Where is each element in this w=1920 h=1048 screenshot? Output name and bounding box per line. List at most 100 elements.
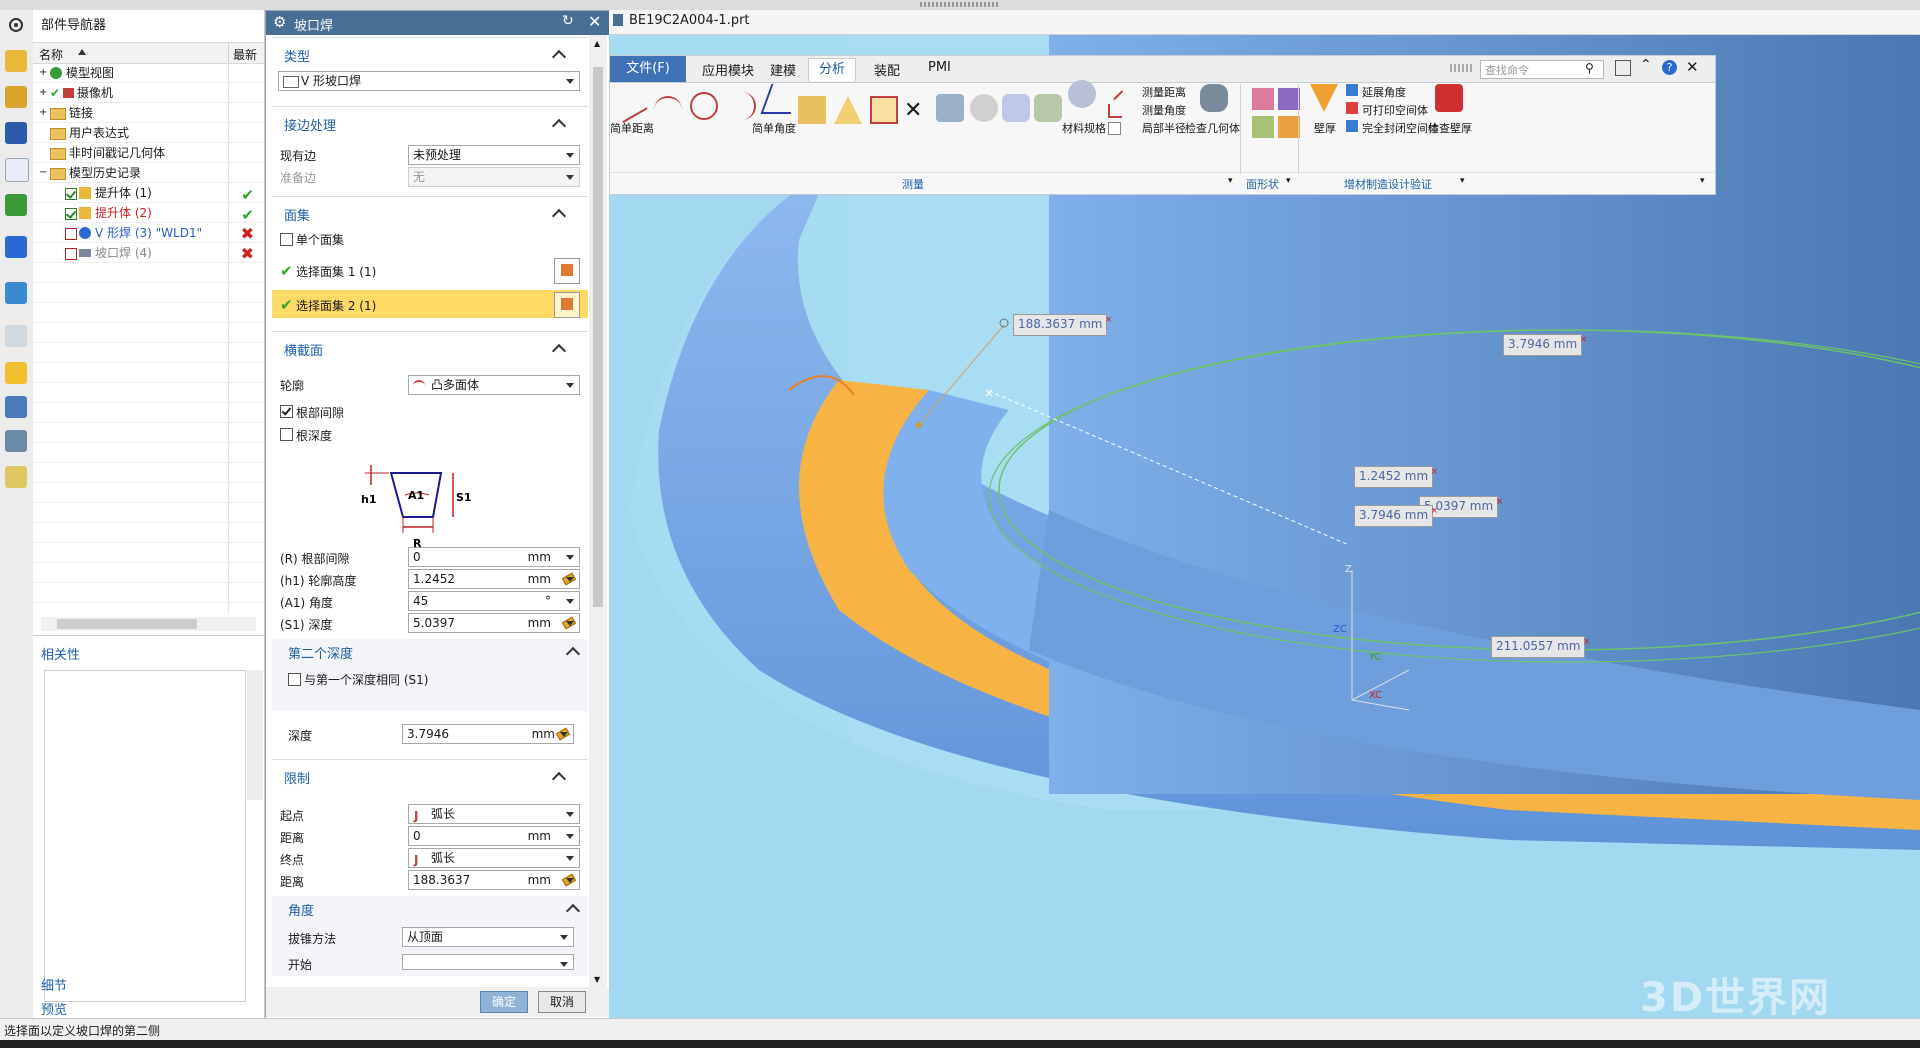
expand-icon[interactable]: + bbox=[39, 83, 47, 103]
graphics-window[interactable]: × Z ZC YC XC BE19C2A004-1.prt 188.3637 m… bbox=[609, 10, 1920, 1018]
volume-icon[interactable] bbox=[870, 96, 898, 124]
type-dropdown[interactable]: V 形坡口焊 bbox=[278, 71, 580, 91]
overhang-icon[interactable] bbox=[1346, 84, 1358, 96]
collapse-icon[interactable] bbox=[565, 646, 581, 662]
reset-icon[interactable]: ↻ bbox=[562, 13, 574, 29]
local-radius-label[interactable]: 局部半径 bbox=[1142, 120, 1186, 136]
section-header[interactable]: 面集 bbox=[284, 205, 310, 224]
tab-modeling[interactable]: 建模 bbox=[770, 60, 796, 79]
window-icon[interactable] bbox=[1615, 60, 1631, 76]
scroll-thumb[interactable] bbox=[57, 619, 197, 629]
tree-item-links[interactable]: + 链接 bbox=[33, 103, 264, 123]
dependencies-panel-title[interactable]: 相关性 bbox=[41, 644, 80, 663]
section-header[interactable]: 角度 bbox=[288, 900, 314, 919]
group-measure[interactable]: 测量 bbox=[902, 176, 924, 192]
command-search-input[interactable]: 查找命令 ⚲ bbox=[1480, 60, 1604, 79]
deviation-icon[interactable]: ✕ bbox=[904, 98, 932, 126]
measure-angle-icon[interactable] bbox=[1108, 104, 1122, 118]
tree-item-user-expressions[interactable]: 用户表达式 bbox=[33, 123, 264, 143]
simple-distance-icon[interactable] bbox=[609, 83, 648, 123]
scroll-up-icon[interactable]: ▲ bbox=[594, 39, 600, 48]
collapse-icon[interactable]: − bbox=[39, 163, 47, 183]
slope-icon[interactable] bbox=[1278, 116, 1300, 138]
feature-checkbox[interactable] bbox=[65, 248, 77, 260]
drag-grip[interactable] bbox=[1450, 64, 1474, 72]
ok-button[interactable]: 确定 bbox=[480, 991, 528, 1013]
material-label[interactable]: 材料规格 bbox=[1062, 120, 1106, 136]
group-shape[interactable]: 面形状 bbox=[1246, 176, 1279, 192]
resize-grip[interactable] bbox=[920, 2, 1000, 7]
select-faces-button[interactable] bbox=[554, 292, 580, 318]
scroll-thumb[interactable] bbox=[593, 67, 603, 607]
root-gap-checkbox[interactable] bbox=[280, 405, 293, 418]
root-depth-checkbox[interactable] bbox=[280, 428, 293, 441]
simple-angle-icon[interactable] bbox=[760, 84, 802, 114]
measure-distance-label[interactable]: 测量距离 bbox=[1142, 84, 1186, 100]
select-faceset-1-row[interactable]: ✔ 选择面集 1 (1) bbox=[272, 256, 588, 284]
column-latest[interactable]: 最新 bbox=[233, 46, 257, 63]
expand-icon[interactable]: + bbox=[39, 103, 47, 123]
surface-icon[interactable] bbox=[1252, 116, 1274, 138]
tab-assembly[interactable]: 装配 bbox=[874, 60, 900, 79]
group-more-icon[interactable]: ▾ bbox=[1228, 176, 1233, 186]
tree-item-unstamped-geometry[interactable]: 非时间戳记几何体 bbox=[33, 143, 264, 163]
reuse-library-icon[interactable] bbox=[5, 194, 27, 216]
same-as-first-checkbox[interactable] bbox=[288, 673, 301, 686]
select-faceset-2-row[interactable]: ✔ 选择面集 2 (1) bbox=[272, 290, 588, 318]
start-angle-input[interactable] bbox=[402, 954, 574, 970]
measure-label-depth-top[interactable]: 3.7946 mm × bbox=[1503, 334, 1587, 356]
profile-height-input[interactable]: 1.2452 mm bbox=[408, 569, 580, 589]
draft-method-dropdown[interactable]: 从顶面 bbox=[402, 927, 574, 947]
length-icon[interactable] bbox=[798, 96, 826, 124]
start-distance-input[interactable]: 0 mm bbox=[408, 826, 580, 846]
details-panel-title[interactable]: 细节 bbox=[41, 975, 67, 994]
tab-pmi[interactable]: PMI bbox=[928, 60, 951, 75]
measure-label-arc-length[interactable]: 188.3637 mm × bbox=[1013, 314, 1112, 336]
search-icon[interactable]: ⚲ bbox=[1585, 61, 1594, 75]
check-geometry-label[interactable]: 检查几何体 bbox=[1185, 120, 1240, 136]
printable-label[interactable]: 可打印空间体 bbox=[1362, 102, 1428, 118]
process-studio-icon[interactable] bbox=[5, 396, 27, 418]
measure-label-height[interactable]: 1.2452 mm × bbox=[1354, 466, 1438, 488]
existing-edge-dropdown[interactable]: 未预处理 bbox=[408, 145, 580, 165]
end-distance-input[interactable]: 188.3637 mm bbox=[408, 870, 580, 890]
navigator-hscroll[interactable] bbox=[41, 617, 256, 631]
file-tab[interactable]: BE19C2A004-1.prt bbox=[629, 13, 750, 28]
group-more-icon[interactable]: ▾ bbox=[1460, 176, 1465, 186]
part-navigator-icon[interactable] bbox=[5, 122, 27, 144]
start-limit-dropdown[interactable]: J 弧长 bbox=[408, 804, 580, 824]
scroll-down-icon[interactable]: ▼ bbox=[594, 975, 600, 984]
assembly-navigator-icon[interactable] bbox=[5, 50, 27, 72]
dialog-vscroll[interactable]: ▲ ▼ bbox=[589, 35, 607, 995]
tree-item-v-weld[interactable]: V 形焊 (3) "WLD1" ✖ bbox=[33, 223, 264, 243]
minimize-ribbon-icon[interactable]: ⌃ bbox=[1640, 57, 1652, 73]
settings-icon[interactable] bbox=[5, 14, 27, 36]
tree-item-extrude-1[interactable]: 提升体 (1) ✔ bbox=[33, 183, 264, 204]
section-header[interactable]: 类型 bbox=[284, 46, 310, 65]
radius-icon[interactable] bbox=[726, 92, 756, 120]
area-icon[interactable] bbox=[834, 96, 862, 124]
end-limit-dropdown[interactable]: J 弧长 bbox=[408, 848, 580, 868]
inertia-icon[interactable] bbox=[970, 94, 998, 122]
constraint-navigator-icon[interactable] bbox=[5, 86, 27, 108]
collapse-icon[interactable] bbox=[551, 343, 567, 359]
wall-label[interactable]: 壁厚 bbox=[1314, 120, 1336, 136]
printable-icon[interactable] bbox=[1346, 102, 1358, 114]
material-icon[interactable] bbox=[1068, 80, 1096, 108]
wall-thickness-icon[interactable] bbox=[1310, 84, 1338, 112]
simple-distance-label[interactable]: 简单距离 bbox=[610, 120, 654, 136]
hd3d-tools-icon[interactable] bbox=[5, 236, 27, 258]
column-name[interactable]: 名称 bbox=[39, 46, 63, 63]
section-header[interactable]: 第二个深度 bbox=[288, 643, 353, 662]
web-browser-icon[interactable] bbox=[5, 282, 27, 304]
measure-label-end-distance[interactable]: 211.0557 mm × bbox=[1491, 636, 1590, 658]
simple-angle-label[interactable]: 简单角度 bbox=[752, 120, 796, 136]
collapse-icon[interactable] bbox=[551, 118, 567, 134]
cancel-button[interactable]: 取消 bbox=[538, 991, 586, 1013]
close-icon[interactable]: ✕ bbox=[588, 12, 601, 31]
binoculars-icon[interactable] bbox=[1200, 84, 1228, 112]
check-wall-label[interactable]: 检查壁厚 bbox=[1428, 120, 1472, 136]
second-depth-input[interactable]: 3.7946 mm bbox=[402, 724, 574, 744]
measure-label-depth-second[interactable]: 3.7946 mm × bbox=[1354, 505, 1438, 527]
tree-item-extrude-2[interactable]: 提升体 (2) ✔ bbox=[33, 203, 264, 224]
